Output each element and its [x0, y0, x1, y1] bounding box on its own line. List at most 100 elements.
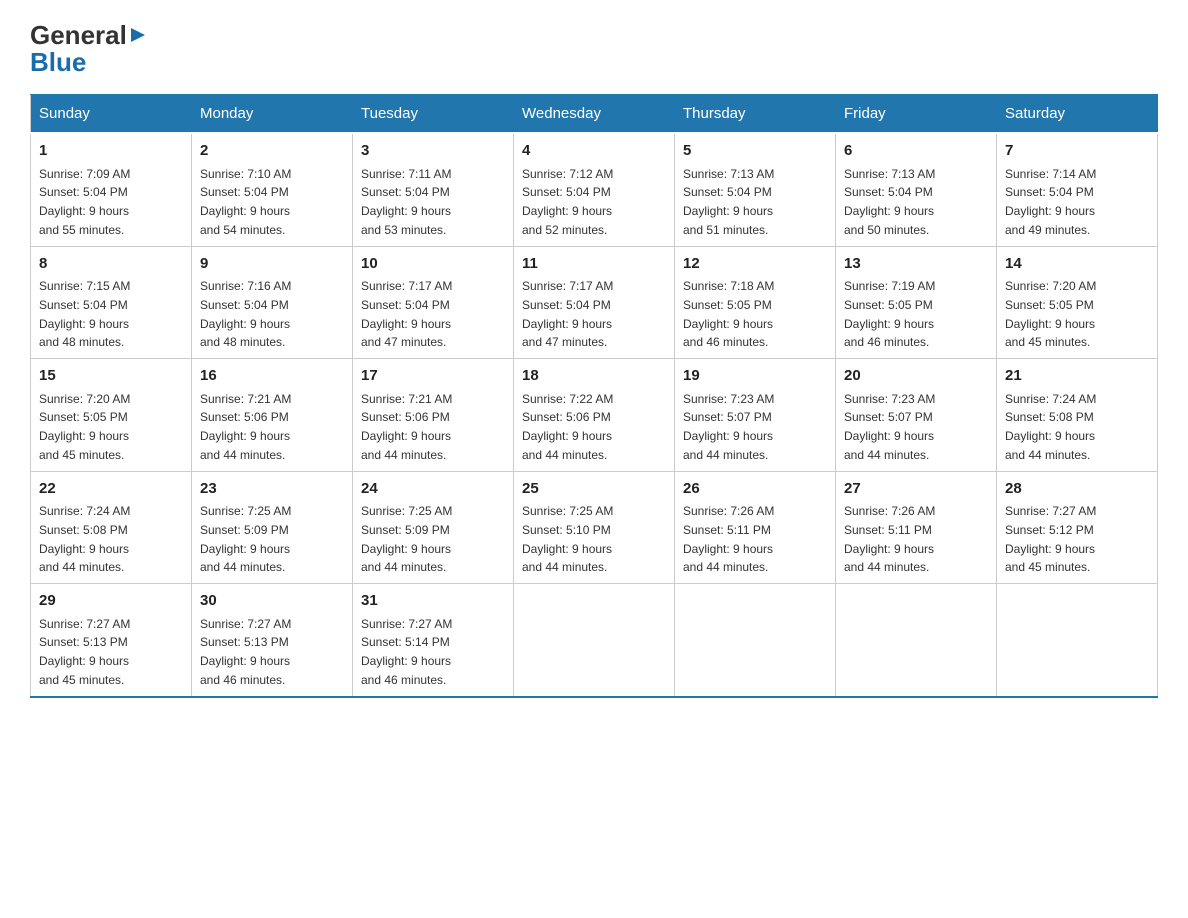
day-info: Sunrise: 7:20 AMSunset: 5:05 PMDaylight:… [1005, 279, 1096, 349]
day-number: 18 [522, 365, 666, 388]
day-info: Sunrise: 7:26 AMSunset: 5:11 PMDaylight:… [683, 504, 774, 574]
calendar-cell: 22 Sunrise: 7:24 AMSunset: 5:08 PMDayligh… [31, 471, 192, 584]
day-number: 3 [361, 140, 505, 163]
week-row-4: 22 Sunrise: 7:24 AMSunset: 5:08 PMDayligh… [31, 471, 1158, 584]
day-info: Sunrise: 7:27 AMSunset: 5:13 PMDaylight:… [200, 617, 291, 687]
calendar-cell: 15 Sunrise: 7:20 AMSunset: 5:05 PMDayligh… [31, 359, 192, 472]
day-info: Sunrise: 7:24 AMSunset: 5:08 PMDaylight:… [39, 504, 130, 574]
calendar-table: SundayMondayTuesdayWednesdayThursdayFrid… [30, 94, 1158, 698]
day-info: Sunrise: 7:21 AMSunset: 5:06 PMDaylight:… [200, 392, 291, 462]
day-info: Sunrise: 7:14 AMSunset: 5:04 PMDaylight:… [1005, 167, 1096, 237]
page-header: General Blue [30, 20, 1158, 78]
calendar-cell: 7 Sunrise: 7:14 AMSunset: 5:04 PMDaylight… [997, 133, 1158, 246]
calendar-cell: 4 Sunrise: 7:12 AMSunset: 5:04 PMDaylight… [514, 133, 675, 246]
day-number: 20 [844, 365, 988, 388]
day-info: Sunrise: 7:21 AMSunset: 5:06 PMDaylight:… [361, 392, 452, 462]
day-number: 21 [1005, 365, 1149, 388]
day-info: Sunrise: 7:18 AMSunset: 5:05 PMDaylight:… [683, 279, 774, 349]
calendar-cell: 25 Sunrise: 7:25 AMSunset: 5:10 PMDayligh… [514, 471, 675, 584]
week-row-1: 1 Sunrise: 7:09 AMSunset: 5:04 PMDaylight… [31, 133, 1158, 246]
day-number: 5 [683, 140, 827, 163]
day-number: 10 [361, 253, 505, 276]
day-number: 7 [1005, 140, 1149, 163]
weekday-header-row: SundayMondayTuesdayWednesdayThursdayFrid… [31, 95, 1158, 134]
calendar-cell: 8 Sunrise: 7:15 AMSunset: 5:04 PMDaylight… [31, 246, 192, 359]
calendar-cell: 5 Sunrise: 7:13 AMSunset: 5:04 PMDaylight… [675, 133, 836, 246]
day-number: 22 [39, 478, 183, 501]
day-info: Sunrise: 7:23 AMSunset: 5:07 PMDaylight:… [683, 392, 774, 462]
calendar-cell: 11 Sunrise: 7:17 AMSunset: 5:04 PMDayligh… [514, 246, 675, 359]
day-info: Sunrise: 7:15 AMSunset: 5:04 PMDaylight:… [39, 279, 130, 349]
day-number: 19 [683, 365, 827, 388]
day-number: 23 [200, 478, 344, 501]
weekday-header-friday: Friday [836, 95, 997, 134]
day-info: Sunrise: 7:16 AMSunset: 5:04 PMDaylight:… [200, 279, 291, 349]
day-number: 27 [844, 478, 988, 501]
day-number: 2 [200, 140, 344, 163]
day-info: Sunrise: 7:13 AMSunset: 5:04 PMDaylight:… [844, 167, 935, 237]
day-info: Sunrise: 7:24 AMSunset: 5:08 PMDaylight:… [1005, 392, 1096, 462]
day-number: 24 [361, 478, 505, 501]
day-info: Sunrise: 7:12 AMSunset: 5:04 PMDaylight:… [522, 167, 613, 237]
day-info: Sunrise: 7:17 AMSunset: 5:04 PMDaylight:… [361, 279, 452, 349]
day-number: 31 [361, 590, 505, 613]
calendar-cell: 29Sunrise: 7:27 AMSunset: 5:13 PMDayligh… [31, 584, 192, 697]
calendar-cell: 18 Sunrise: 7:22 AMSunset: 5:06 PMDayligh… [514, 359, 675, 472]
calendar-cell: 17Sunrise: 7:21 AMSunset: 5:06 PMDayligh… [353, 359, 514, 472]
weekday-header-sunday: Sunday [31, 95, 192, 134]
day-number: 1 [39, 140, 183, 163]
calendar-cell: 10 Sunrise: 7:17 AMSunset: 5:04 PMDayligh… [353, 246, 514, 359]
calendar-cell: 12 Sunrise: 7:18 AMSunset: 5:05 PMDayligh… [675, 246, 836, 359]
day-number: 4 [522, 140, 666, 163]
day-info: Sunrise: 7:22 AMSunset: 5:06 PMDaylight:… [522, 392, 613, 462]
logo-arrow-icon [129, 20, 147, 51]
calendar-cell: 31 Sunrise: 7:27 AMSunset: 5:14 PMDayligh… [353, 584, 514, 697]
week-row-2: 8 Sunrise: 7:15 AMSunset: 5:04 PMDaylight… [31, 246, 1158, 359]
logo: General Blue [30, 20, 147, 78]
calendar-cell: 23 Sunrise: 7:25 AMSunset: 5:09 PMDayligh… [192, 471, 353, 584]
calendar-cell: 3 Sunrise: 7:11 AMSunset: 5:04 PMDaylight… [353, 133, 514, 246]
calendar-cell: 16Sunrise: 7:21 AMSunset: 5:06 PMDayligh… [192, 359, 353, 472]
calendar-cell: 20 Sunrise: 7:23 AMSunset: 5:07 PMDayligh… [836, 359, 997, 472]
calendar-cell: 14Sunrise: 7:20 AMSunset: 5:05 PMDayligh… [997, 246, 1158, 359]
day-info: Sunrise: 7:09 AMSunset: 5:04 PMDaylight:… [39, 167, 130, 237]
calendar-cell: 19 Sunrise: 7:23 AMSunset: 5:07 PMDayligh… [675, 359, 836, 472]
day-number: 29 [39, 590, 183, 613]
day-info: Sunrise: 7:25 AMSunset: 5:10 PMDaylight:… [522, 504, 613, 574]
calendar-cell: 9Sunrise: 7:16 AMSunset: 5:04 PMDaylight… [192, 246, 353, 359]
logo-blue: Blue [30, 47, 86, 78]
day-info: Sunrise: 7:25 AMSunset: 5:09 PMDaylight:… [200, 504, 291, 574]
weekday-header-wednesday: Wednesday [514, 95, 675, 134]
calendar-cell: 27 Sunrise: 7:26 AMSunset: 5:11 PMDayligh… [836, 471, 997, 584]
weekday-header-thursday: Thursday [675, 95, 836, 134]
calendar-cell [836, 584, 997, 697]
day-number: 6 [844, 140, 988, 163]
day-number: 30 [200, 590, 344, 613]
weekday-header-tuesday: Tuesday [353, 95, 514, 134]
calendar-cell: 6 Sunrise: 7:13 AMSunset: 5:04 PMDaylight… [836, 133, 997, 246]
day-number: 8 [39, 253, 183, 276]
day-info: Sunrise: 7:19 AMSunset: 5:05 PMDaylight:… [844, 279, 935, 349]
day-number: 25 [522, 478, 666, 501]
calendar-cell: 1 Sunrise: 7:09 AMSunset: 5:04 PMDaylight… [31, 133, 192, 246]
calendar-cell [997, 584, 1158, 697]
day-info: Sunrise: 7:26 AMSunset: 5:11 PMDaylight:… [844, 504, 935, 574]
day-info: Sunrise: 7:25 AMSunset: 5:09 PMDaylight:… [361, 504, 452, 574]
calendar-cell: 21 Sunrise: 7:24 AMSunset: 5:08 PMDayligh… [997, 359, 1158, 472]
day-info: Sunrise: 7:11 AMSunset: 5:04 PMDaylight:… [361, 167, 452, 237]
day-info: Sunrise: 7:20 AMSunset: 5:05 PMDaylight:… [39, 392, 130, 462]
week-row-3: 15 Sunrise: 7:20 AMSunset: 5:05 PMDayligh… [31, 359, 1158, 472]
weekday-header-monday: Monday [192, 95, 353, 134]
weekday-header-saturday: Saturday [997, 95, 1158, 134]
day-info: Sunrise: 7:23 AMSunset: 5:07 PMDaylight:… [844, 392, 935, 462]
day-number: 12 [683, 253, 827, 276]
day-number: 13 [844, 253, 988, 276]
day-number: 11 [522, 253, 666, 276]
day-number: 26 [683, 478, 827, 501]
day-info: Sunrise: 7:27 AMSunset: 5:14 PMDaylight:… [361, 617, 452, 687]
calendar-cell: 2Sunrise: 7:10 AMSunset: 5:04 PMDaylight… [192, 133, 353, 246]
day-info: Sunrise: 7:17 AMSunset: 5:04 PMDaylight:… [522, 279, 613, 349]
calendar-cell [514, 584, 675, 697]
day-number: 15 [39, 365, 183, 388]
day-info: Sunrise: 7:13 AMSunset: 5:04 PMDaylight:… [683, 167, 774, 237]
